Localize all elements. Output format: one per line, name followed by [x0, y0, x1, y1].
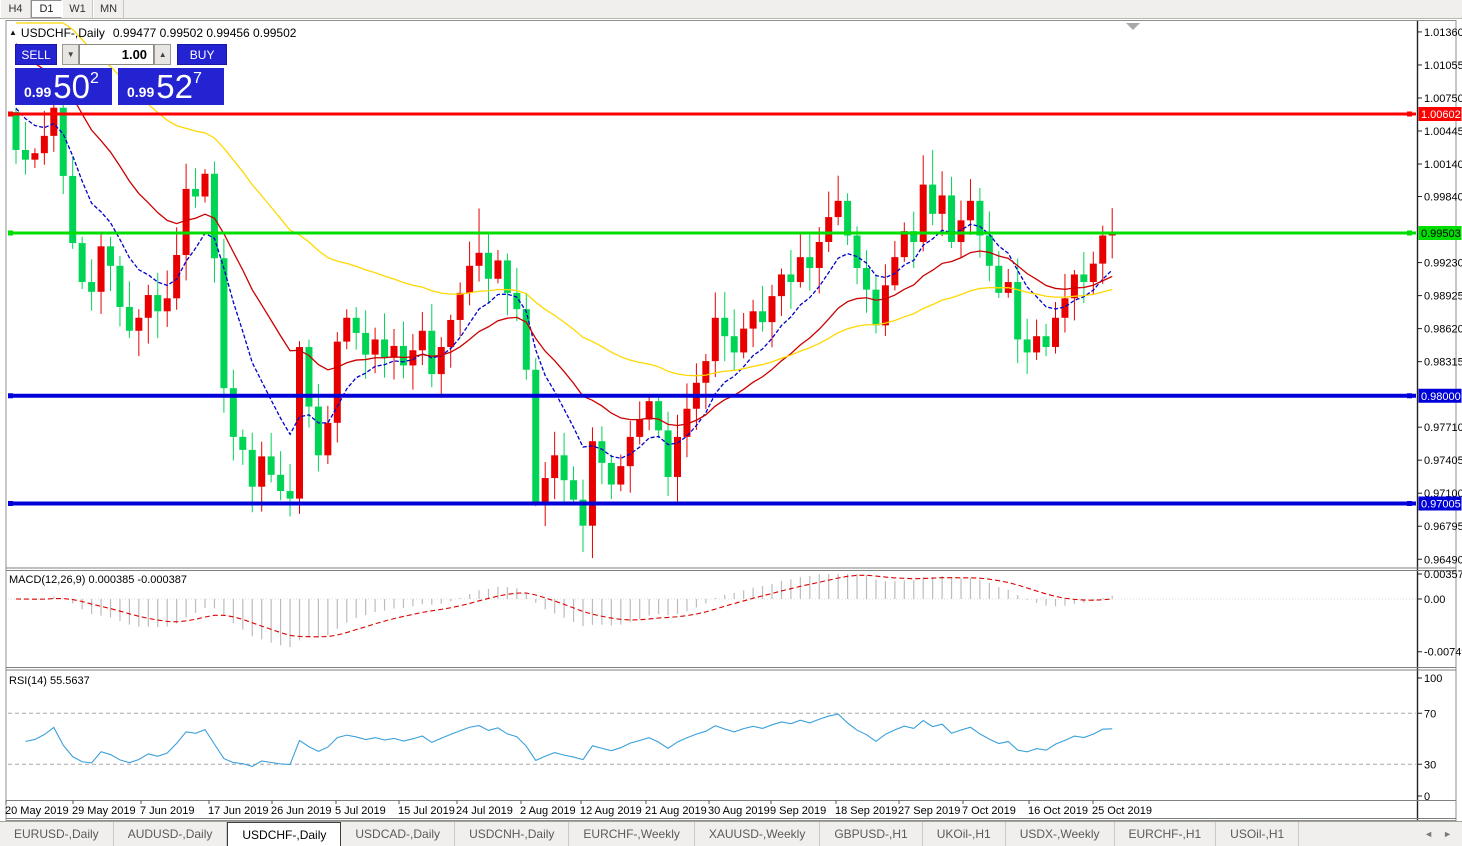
price-tick-label: 0.98315: [1424, 357, 1462, 369]
level-line-handle[interactable]: [1407, 393, 1412, 398]
tab-eurchf-weekly[interactable]: EURCHF-,Weekly: [569, 822, 694, 846]
date-tick-label: 21 Aug 2019: [645, 805, 707, 817]
tab-usdcnh-daily[interactable]: USDCNH-,Daily: [455, 822, 569, 846]
macd-tick-label: 0.003574: [1424, 569, 1462, 581]
price-tick-label: 0.98620: [1424, 324, 1462, 336]
tab-eurusd-daily[interactable]: EURUSD-,Daily: [0, 822, 114, 846]
level-line-handle[interactable]: [8, 231, 13, 236]
symbol-tab-bar: EURUSD-,DailyAUDUSD-,DailyUSDCHF-,DailyU…: [0, 821, 1462, 846]
macd-tick-label: -0.00749: [1424, 647, 1462, 659]
price-tick-label: 0.97710: [1424, 422, 1462, 434]
rsi-tick-label: 30: [1424, 759, 1436, 771]
price-tick-label: 0.97405: [1424, 455, 1462, 467]
sell-price-prefix: 0.99: [24, 84, 51, 100]
rsi-tick-label: 100: [1424, 673, 1442, 685]
price-tick-label: 0.98925: [1424, 291, 1462, 303]
price-tick-label: 1.01055: [1424, 60, 1462, 72]
date-tick-label: 18 Sep 2019: [835, 805, 897, 817]
date-tick-label: 15 Jul 2019: [398, 805, 455, 817]
date-tick-label: 7 Oct 2019: [962, 805, 1016, 817]
sell-button[interactable]: SELL: [15, 44, 57, 65]
timeframe-button-h4[interactable]: H4: [0, 0, 31, 18]
timeframe-button-d1[interactable]: D1: [31, 0, 62, 18]
tab-scroll-left-icon[interactable]: ◄: [1424, 829, 1433, 839]
tab-xauusd-weekly[interactable]: XAUUSD-,Weekly: [695, 822, 820, 846]
macd-indicator-label: MACD(12,26,9) 0.000385 -0.000387: [9, 574, 187, 586]
sell-price-sup: 2: [90, 70, 99, 88]
chart-title: ▲ USDCHF-,Daily 0.99477 0.99502 0.99456 0.…: [9, 26, 296, 40]
tab-scroll-right-icon[interactable]: ►: [1443, 829, 1452, 839]
date-tick-label: 24 Jul 2019: [456, 805, 513, 817]
rsi-tick-label: 0: [1424, 791, 1430, 803]
volume-decrease-button[interactable]: ▼: [62, 44, 79, 65]
sell-price-box[interactable]: 0.99 50 2: [15, 68, 112, 105]
sell-price-big: 50: [53, 70, 90, 103]
buy-button[interactable]: BUY: [177, 44, 227, 65]
price-badge-label: 0.98000: [1421, 391, 1461, 403]
rsi-tick-label: 70: [1424, 708, 1436, 720]
price-tick-label: 0.99840: [1424, 192, 1462, 204]
date-tick-label: 9 Sep 2019: [770, 805, 826, 817]
trading-terminal-window: 1.013601.010551.007501.004451.001400.998…: [0, 0, 1462, 846]
price-tick-label: 1.00445: [1424, 126, 1462, 138]
level-line-handle[interactable]: [8, 393, 13, 398]
ohlc-values: 0.99477 0.99502 0.99456 0.99502: [113, 26, 297, 40]
price-badge-label: 1.00602: [1421, 109, 1461, 121]
buy-price-prefix: 0.99: [127, 84, 154, 100]
rsi-indicator-label: RSI(14) 55.5637: [9, 675, 90, 687]
buy-price-big: 52: [156, 70, 193, 103]
volume-increase-button[interactable]: ▲: [154, 44, 171, 65]
one-click-trade-panel: SELL ▼ 1.00 ▲ BUY 0.99 50 2 0.99 52 7: [15, 44, 227, 105]
date-tick-label: 17 Jun 2019: [208, 805, 269, 817]
volume-input[interactable]: 1.00: [79, 44, 154, 65]
tab-eurchf-h1[interactable]: EURCHF-,H1: [1115, 822, 1217, 846]
symbol-period-label: USDCHF-,Daily: [21, 26, 105, 40]
price-tick-label: 0.96490: [1424, 554, 1462, 566]
buy-price-box[interactable]: 0.99 52 7: [118, 68, 224, 105]
tab-gbpusd-h1[interactable]: GBPUSD-,H1: [820, 822, 922, 846]
date-tick-label: 27 Sep 2019: [898, 805, 960, 817]
tab-usdx-weekly[interactable]: USDX-,Weekly: [1006, 822, 1115, 846]
level-line-handle[interactable]: [1407, 231, 1412, 236]
tab-usdcad-daily[interactable]: USDCAD-,Daily: [341, 822, 455, 846]
date-tick-label: 5 Jul 2019: [335, 805, 386, 817]
date-tick-label: 20 May 2019: [5, 805, 69, 817]
date-tick-label: 29 May 2019: [72, 805, 136, 817]
macd-tick-label: 0.00: [1424, 594, 1445, 606]
tab-usdchf-daily[interactable]: USDCHF-,Daily: [227, 822, 341, 846]
price-tick-label: 1.01360: [1424, 27, 1462, 39]
date-tick-label: 7 Jun 2019: [140, 805, 194, 817]
price-tick-label: 0.99230: [1424, 258, 1462, 270]
price-badge-label: 0.97005: [1421, 498, 1461, 510]
price-tick-label: 0.96795: [1424, 521, 1462, 533]
tab-scroll-controls: ◄►: [1414, 822, 1462, 846]
level-line-handle[interactable]: [1407, 111, 1412, 116]
date-tick-label: 16 Oct 2019: [1028, 805, 1088, 817]
timeframe-button-w1[interactable]: W1: [62, 0, 93, 18]
timeframe-button-mn[interactable]: MN: [93, 0, 124, 18]
date-tick-label: 2 Aug 2019: [520, 805, 576, 817]
level-line-handle[interactable]: [8, 501, 13, 506]
timeframe-toolbar: H4D1W1MN: [0, 0, 1462, 19]
tab-audusd-daily[interactable]: AUDUSD-,Daily: [114, 822, 228, 846]
tab-ukoil-h1[interactable]: UKOil-,H1: [923, 822, 1006, 846]
date-tick-label: 12 Aug 2019: [580, 805, 642, 817]
price-badge-label: 0.99503: [1421, 228, 1461, 240]
level-line-handle[interactable]: [1407, 501, 1412, 506]
buy-price-sup: 7: [193, 70, 202, 88]
price-tick-label: 1.00140: [1424, 159, 1462, 171]
price-tick-label: 1.00750: [1424, 93, 1462, 105]
chart-canvas[interactable]: 1.013601.010551.007501.004451.001400.998…: [0, 0, 1462, 846]
date-tick-label: 25 Oct 2019: [1092, 805, 1152, 817]
collapse-icon[interactable]: ▲: [9, 28, 17, 37]
date-tick-label: 26 Jun 2019: [271, 805, 332, 817]
level-line-handle[interactable]: [8, 111, 13, 116]
tab-usoil-h1[interactable]: USOil-,H1: [1216, 822, 1299, 846]
date-tick-label: 30 Aug 2019: [708, 805, 770, 817]
